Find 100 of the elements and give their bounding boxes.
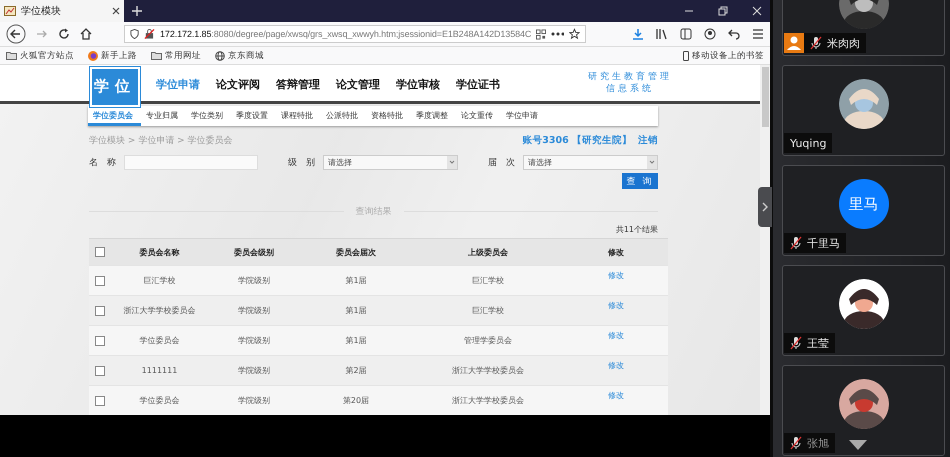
insecure-lock-icon — [144, 28, 156, 40]
browser-logo-icon — [88, 50, 98, 60]
nav-tab[interactable]: 学位审核 — [396, 76, 440, 92]
more-icon[interactable] — [551, 32, 564, 36]
table-cell: 学位委员会 — [111, 326, 208, 356]
new-tab-icon[interactable] — [132, 6, 142, 16]
table-cell: 巨汇学校 — [412, 296, 564, 326]
filter-label: 级 别 — [288, 156, 315, 169]
nav-tab[interactable]: 学位证书 — [456, 76, 500, 92]
table-cell: 第2届 — [300, 356, 412, 386]
library-icon[interactable] — [656, 28, 668, 40]
qr-code-icon[interactable] — [536, 28, 546, 40]
row-checkbox[interactable] — [95, 336, 105, 346]
system-name: 研究生教育管理 信息系统 — [588, 70, 672, 95]
nav-tab[interactable]: 论文评阅 — [216, 76, 260, 92]
nav-tab[interactable]: 学位申请 — [156, 76, 200, 92]
browser-tab[interactable]: 学位模块 — [0, 0, 124, 22]
table-cell: 学院级别 — [208, 296, 300, 326]
select-field[interactable]: 请选择 — [323, 155, 458, 170]
subnav-tab[interactable]: 公派特批 — [321, 106, 366, 126]
download-icon[interactable] — [632, 28, 644, 40]
undo-icon[interactable] — [728, 28, 740, 40]
edit-link[interactable]: 修改 — [608, 391, 624, 400]
shield-icon — [130, 28, 140, 40]
row-checkbox[interactable] — [95, 306, 105, 316]
close-icon[interactable] — [112, 7, 120, 15]
table-cell: 第20届 — [300, 386, 412, 415]
breadcrumb: 学位模块 > 学位申请 > 学位委员会 — [89, 134, 233, 147]
bookmark-item[interactable]: 京东商城 — [215, 50, 264, 62]
nav-tab[interactable]: 答辩管理 — [276, 76, 320, 92]
subnav-tab[interactable]: 季度调整 — [411, 106, 456, 126]
avatar-initials: 里马 — [838, 179, 888, 229]
results-count: 共11个结果 — [616, 224, 658, 235]
row-checkbox[interactable] — [95, 366, 105, 376]
folder-icon — [6, 51, 17, 60]
back-icon[interactable] — [6, 24, 26, 44]
subnav-tab[interactable]: 论文重传 — [456, 106, 501, 126]
column-header: 上级委员会 — [412, 238, 564, 266]
reload-icon[interactable] — [58, 28, 70, 40]
select-all-checkbox[interactable] — [95, 247, 105, 257]
results-title: 查询结果 — [356, 206, 392, 218]
table-cell: 浙江大学学校委员会 — [412, 356, 564, 386]
sidebar-icon[interactable] — [680, 28, 692, 40]
table-cell: 巨汇学校 — [111, 266, 208, 296]
address-bar[interactable]: 172.172.1.85:8080/degree/page/xwsq/grs_xwsq_xwwyh.htm;jsessionid=E1B248A142D13584C — [124, 25, 586, 43]
column-header: 修改 — [564, 238, 668, 266]
home-icon[interactable] — [80, 28, 92, 40]
phone-icon — [683, 50, 689, 60]
folder-icon — [151, 51, 162, 60]
table-cell: 管理学委员会 — [412, 326, 564, 356]
participant-name: 米肉肉 — [827, 36, 860, 50]
participant-name: 千里马 — [807, 236, 840, 250]
dropdown-caret-icon — [447, 156, 457, 169]
globe-icon — [215, 50, 225, 60]
bookmark-item[interactable]: 火狐官方站点 — [6, 50, 74, 62]
star-icon[interactable] — [569, 28, 580, 40]
table-cell: 第1届 — [300, 326, 412, 356]
edit-link[interactable]: 修改 — [608, 331, 624, 340]
subnav-tab[interactable]: 资格特批 — [366, 106, 411, 126]
row-checkbox[interactable] — [95, 396, 105, 406]
column-header: 委员会名称 — [111, 238, 208, 266]
restore-icon[interactable] — [718, 6, 728, 16]
filter-label: 届 次 — [488, 156, 515, 169]
table-cell: 浙江大学学校委员会 — [412, 386, 564, 415]
collapse-handle[interactable] — [758, 187, 772, 227]
subnav-tab[interactable]: 学位申请 — [501, 106, 546, 126]
logo-badge: 学位 — [90, 66, 140, 107]
subnav-tab[interactable]: 学位委员会 — [88, 106, 141, 126]
column-header: 委员会级别 — [208, 238, 300, 266]
table-cell: 巨汇学校 — [412, 266, 564, 296]
table-cell: 浙江大学学校委员会 — [111, 296, 208, 326]
nav-tab[interactable]: 论文管理 — [336, 76, 380, 92]
bookmark-item[interactable]: 新手上路 — [88, 50, 137, 62]
account-icon[interactable] — [704, 28, 716, 40]
url-text: 172.172.1.85:8080/degree/page/xwsq/grs_xwsq_xwwyh.htm;jsessionid=E1B248A142D13584C — [160, 29, 532, 39]
tab-title: 学位模块 — [21, 4, 62, 18]
column-header: 委员会届次 — [300, 238, 412, 266]
filter-label: 名 称 — [89, 156, 116, 169]
bookmark-item[interactable]: 常用网址 — [151, 50, 201, 62]
table-cell: 学院级别 — [208, 326, 300, 356]
table-cell: 学位委员会 — [111, 386, 208, 415]
scroll-down-icon[interactable] — [849, 440, 867, 450]
account-label: 账号3306 【研究生院】 — [522, 134, 632, 147]
table-cell: 第1届 — [300, 266, 412, 296]
subnav-tab[interactable]: 课程特批 — [276, 106, 321, 126]
chart-icon — [4, 6, 16, 16]
subnav-tab[interactable]: 专业归属 — [141, 106, 186, 126]
select-field[interactable]: 请选择 — [523, 155, 658, 170]
table-cell: 1111111 — [111, 356, 208, 386]
query-button[interactable]: 查 询 — [622, 173, 658, 189]
subnav-tab[interactable]: 季度设置 — [231, 106, 276, 126]
subnav-tab[interactable]: 学位类别 — [186, 106, 231, 126]
table-cell: 第1届 — [300, 296, 412, 326]
edit-link[interactable]: 修改 — [608, 271, 624, 280]
menu-icon[interactable] — [752, 29, 764, 39]
table-cell: 学院级别 — [208, 386, 300, 415]
name-field[interactable] — [124, 155, 258, 170]
row-checkbox[interactable] — [95, 276, 105, 286]
table-cell: 学院级别 — [208, 356, 300, 386]
bookmark-item[interactable]: 移动设备上的书签 — [683, 50, 764, 62]
